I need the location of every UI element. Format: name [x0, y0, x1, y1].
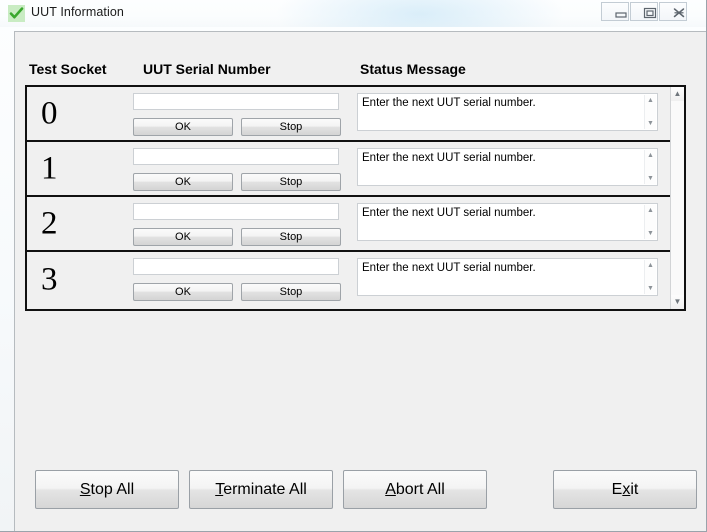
status-scrollbar[interactable]: ▲ ▼ [644, 205, 656, 239]
table-row: 3 OK Stop Enter the next UUT serial numb… [27, 252, 670, 307]
label-accel: S [79, 481, 91, 498]
column-header-test-socket: Test Socket [29, 61, 107, 77]
ok-button[interactable]: OK [133, 283, 233, 301]
label-accel: A [385, 481, 396, 498]
serial-number-input[interactable] [133, 203, 339, 220]
window-title: UUT Information [31, 5, 124, 19]
stop-button[interactable]: Stop [241, 228, 341, 246]
column-header-uut-serial-number: UUT Serial Number [143, 61, 271, 77]
serial-number-input[interactable] [133, 148, 339, 165]
status-message-text: Enter the next UUT serial number. [362, 97, 536, 109]
socket-number: 0 [41, 95, 58, 131]
uut-information-window: UUT Information Test Socket UUT Serial N… [0, 0, 707, 532]
label-post: bort All [395, 481, 445, 498]
scroll-up-icon[interactable]: ▲ [671, 87, 684, 101]
scrollbar-track[interactable] [671, 101, 684, 295]
serial-number-input[interactable] [133, 258, 339, 275]
close-button[interactable] [659, 2, 687, 21]
stop-button[interactable]: Stop [241, 283, 341, 301]
maximize-button[interactable] [630, 2, 658, 21]
scroll-up-icon[interactable]: ▲ [645, 261, 656, 270]
scroll-up-icon[interactable]: ▲ [645, 96, 656, 105]
label-post: erminate All [223, 481, 307, 498]
label-pre: E [611, 481, 623, 498]
scroll-down-icon[interactable]: ▼ [645, 229, 656, 238]
status-message-box[interactable]: Enter the next UUT serial number. ▲ ▼ [357, 203, 658, 241]
stop-button[interactable]: Stop [241, 118, 341, 136]
table-row: 2 OK Stop Enter the next UUT serial numb… [27, 197, 670, 252]
scroll-down-icon[interactable]: ▼ [645, 119, 656, 128]
status-message-text: Enter the next UUT serial number. [362, 152, 536, 164]
list-scrollbar[interactable]: ▲ ▼ [670, 87, 684, 309]
table-row: 0 OK Stop Enter the next UUT serial numb… [27, 87, 670, 142]
status-message-box[interactable]: Enter the next UUT serial number. ▲ ▼ [357, 148, 658, 186]
status-scrollbar[interactable]: ▲ ▼ [644, 260, 656, 294]
status-scrollbar[interactable]: ▲ ▼ [644, 95, 656, 129]
checkmark-icon [8, 5, 25, 22]
status-message-text: Enter the next UUT serial number. [362, 207, 536, 219]
scroll-down-icon[interactable]: ▼ [645, 284, 656, 293]
status-message-box[interactable]: Enter the next UUT serial number. ▲ ▼ [357, 93, 658, 131]
abort-all-button[interactable]: Abort All [343, 470, 487, 509]
scroll-up-icon[interactable]: ▲ [645, 151, 656, 160]
title-bar[interactable]: UUT Information [0, 0, 706, 27]
ok-button[interactable]: OK [133, 118, 233, 136]
minimize-button[interactable] [601, 2, 629, 21]
table-row: 1 OK Stop Enter the next UUT serial numb… [27, 142, 670, 197]
exit-button[interactable]: Exit [553, 470, 697, 509]
ok-button[interactable]: OK [133, 228, 233, 246]
socket-number: 1 [41, 150, 58, 186]
content-panel: Test Socket UUT Serial Number Status Mes… [14, 31, 706, 531]
status-message-text: Enter the next UUT serial number. [362, 262, 536, 274]
ok-button[interactable]: OK [133, 173, 233, 191]
socket-number: 2 [41, 205, 58, 241]
label-post: top All [90, 481, 135, 498]
terminate-all-button[interactable]: Terminate All [189, 470, 333, 509]
scroll-down-icon[interactable]: ▼ [645, 174, 656, 183]
label-accel: T [215, 481, 224, 498]
label-post: it [630, 481, 639, 498]
close-icon [673, 8, 685, 18]
status-message-box[interactable]: Enter the next UUT serial number. ▲ ▼ [357, 258, 658, 296]
stop-button[interactable]: Stop [241, 173, 341, 191]
scroll-up-icon[interactable]: ▲ [645, 206, 656, 215]
socket-list-frame: 0 OK Stop Enter the next UUT serial numb… [25, 85, 686, 311]
column-header-status-message: Status Message [360, 61, 466, 77]
socket-number: 3 [41, 261, 58, 297]
scroll-down-icon[interactable]: ▼ [671, 295, 684, 309]
serial-number-input[interactable] [133, 93, 339, 110]
stop-all-button[interactable]: Stop All [35, 470, 179, 509]
status-scrollbar[interactable]: ▲ ▼ [644, 150, 656, 184]
socket-list: 0 OK Stop Enter the next UUT serial numb… [27, 87, 670, 309]
